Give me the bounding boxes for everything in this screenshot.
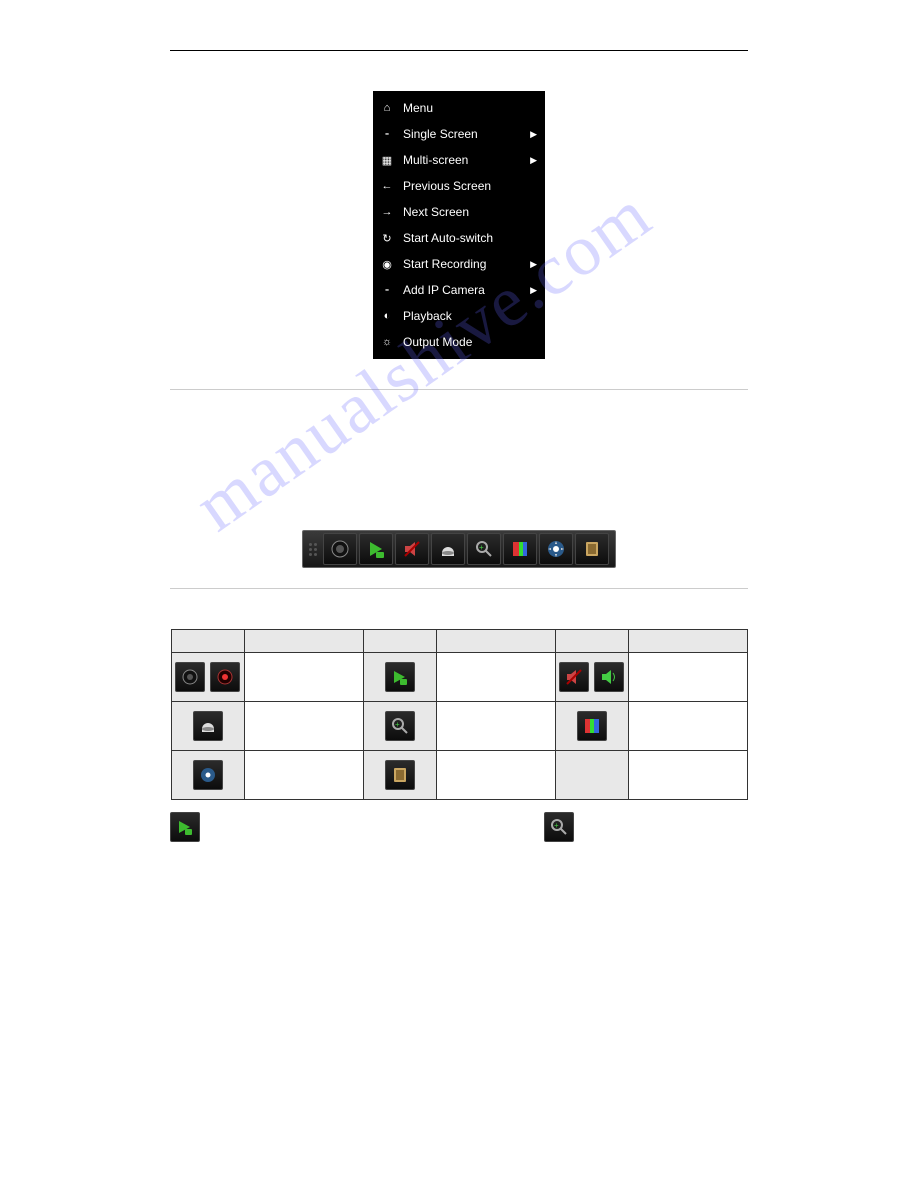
svg-text:+: + (395, 720, 400, 729)
digital-zoom-icon: + (385, 711, 415, 741)
home-icon: ⌂ (379, 102, 395, 114)
menu-item-playback[interactable]: ◐Playback (373, 303, 545, 329)
table-cell-playback (363, 653, 436, 702)
menu-item-label: Next Screen (395, 205, 537, 219)
menu-item-label: Add IP Camera (395, 283, 530, 297)
play-icon: ◐ (379, 310, 395, 322)
table-cell-close (363, 751, 436, 800)
submenu-arrow-icon: ▶ (530, 259, 537, 270)
menu-item-label: Start Recording (395, 257, 530, 271)
menu-item-label: Previous Screen (395, 179, 537, 193)
svg-text:+: + (479, 543, 484, 552)
icon-description-table: + (171, 629, 748, 800)
mute-icon[interactable] (395, 533, 429, 565)
next-icon: → (379, 206, 395, 218)
record-icon[interactable] (323, 533, 357, 565)
ptz-icon[interactable] (431, 533, 465, 565)
instant-playback-icon (170, 812, 200, 842)
audio-off-icon (559, 662, 589, 692)
menu-item-label: Output Mode (395, 335, 537, 349)
instant-playback-icon[interactable] (359, 533, 393, 565)
grid-icon: ▦ (379, 154, 395, 167)
table-cell-record (171, 653, 244, 702)
image-settings-icon[interactable] (503, 533, 537, 565)
close-icon (385, 760, 415, 790)
menu-item-label: Menu (395, 101, 537, 115)
submenu-arrow-icon: ▶ (530, 285, 537, 296)
add-cam-icon: ⁃ (379, 284, 395, 297)
menu-item-label: Playback (395, 309, 537, 323)
menu-item-menu[interactable]: ⌂Menu (373, 95, 545, 121)
digital-zoom-icon: + (544, 812, 574, 842)
menu-item-output-mode[interactable]: ☼Output Mode (373, 329, 545, 355)
output-icon: ☼ (379, 336, 395, 348)
instant-playback-icon (385, 662, 415, 692)
strategy-icon[interactable] (539, 533, 573, 565)
record-off-icon (175, 662, 205, 692)
record-on-icon (210, 662, 240, 692)
strategy-icon (193, 760, 223, 790)
submenu-arrow-icon: ▶ (530, 155, 537, 166)
context-menu[interactable]: ⌂Menu⁃Single Screen▶▦Multi-screen▶←Previ… (373, 91, 545, 359)
table-cell-strategy (171, 751, 244, 800)
table-cell-audio (555, 653, 628, 702)
record-icon: ◉ (379, 258, 395, 271)
menu-item-previous-screen[interactable]: ←Previous Screen (373, 173, 545, 199)
table-cell-zoom: + (363, 702, 436, 751)
top-rule (170, 50, 748, 51)
image-settings-icon (577, 711, 607, 741)
table-cell-image (555, 702, 628, 751)
menu-item-label: Multi-screen (395, 153, 530, 167)
menu-item-start-auto-switch[interactable]: ↻Start Auto-switch (373, 225, 545, 251)
refresh-icon: ↻ (379, 232, 395, 245)
menu-item-multi-screen[interactable]: ▦Multi-screen▶ (373, 147, 545, 173)
section-rule-2 (170, 588, 748, 589)
quick-toolbar[interactable]: + (302, 530, 616, 568)
camera-icon: ⁃ (379, 128, 395, 141)
menu-item-label: Start Auto-switch (395, 231, 537, 245)
menu-item-add-ip-camera[interactable]: ⁃Add IP Camera▶ (373, 277, 545, 303)
section-rule-1 (170, 389, 748, 390)
menu-item-label: Single Screen (395, 127, 530, 141)
close-icon[interactable] (575, 533, 609, 565)
drag-handle-icon[interactable] (309, 543, 317, 556)
submenu-arrow-icon: ▶ (530, 129, 537, 140)
ptz-icon (193, 711, 223, 741)
prev-icon: ← (379, 180, 395, 192)
digital-zoom-icon[interactable]: + (467, 533, 501, 565)
svg-text:+: + (554, 821, 559, 830)
menu-item-single-screen[interactable]: ⁃Single Screen▶ (373, 121, 545, 147)
table-cell-ptz (171, 702, 244, 751)
menu-item-start-recording[interactable]: ◉Start Recording▶ (373, 251, 545, 277)
audio-on-icon (594, 662, 624, 692)
menu-item-next-screen[interactable]: →Next Screen (373, 199, 545, 225)
